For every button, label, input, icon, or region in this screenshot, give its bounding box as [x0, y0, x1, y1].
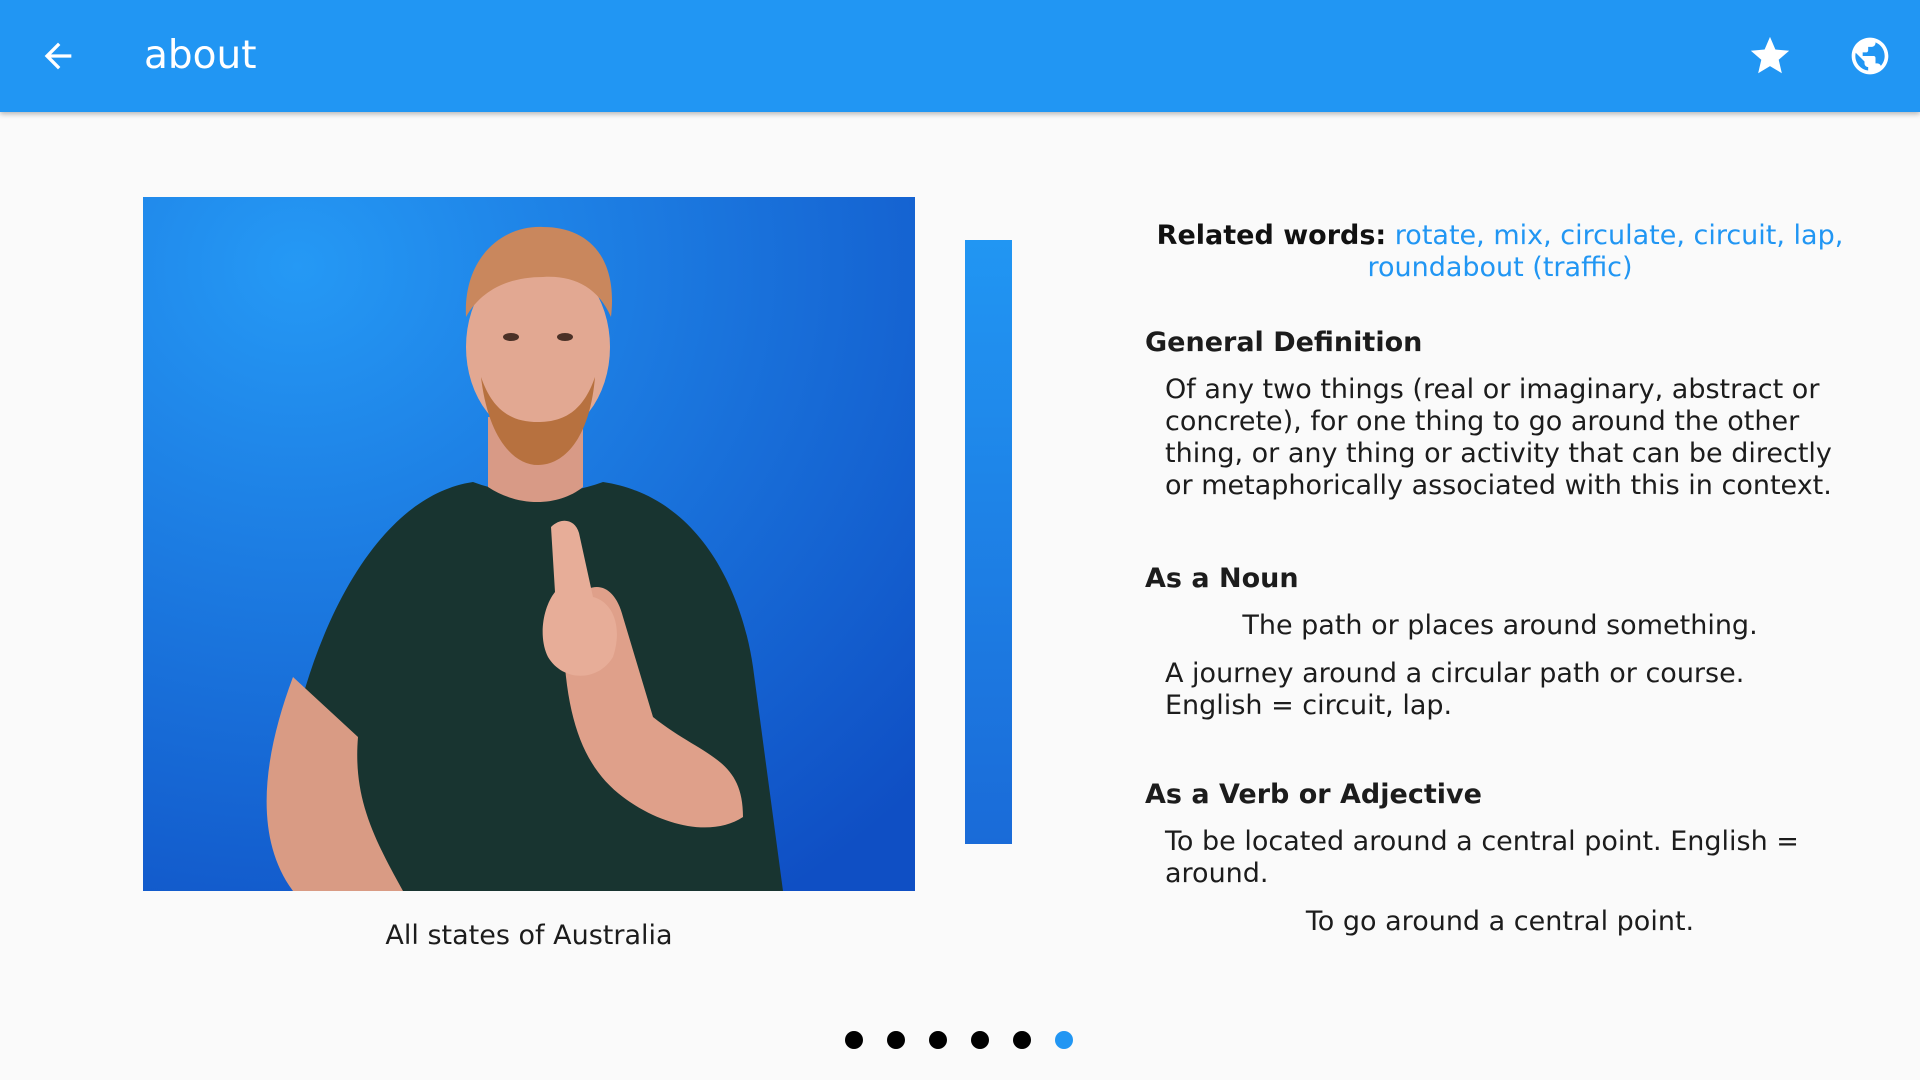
- page-dot-1[interactable]: [845, 1031, 863, 1049]
- definition-text: A journey around a circular path or cour…: [1165, 658, 1745, 721]
- page-indicator: [845, 1030, 1073, 1050]
- signer-illustration: [143, 197, 915, 891]
- related-words-links[interactable]: rotate, mix, circulate, circuit, lap, ro…: [1367, 220, 1843, 283]
- definition-panel[interactable]: Related words: rotate, mix, circulate, c…: [1120, 220, 1880, 940]
- related-words-label: Related words:: [1156, 220, 1387, 251]
- definition-text: To go around a central point.: [1305, 906, 1695, 937]
- section-title-noun: As a Noun: [1145, 563, 1299, 594]
- globe-icon: [1851, 37, 1889, 75]
- video-caption: All states of Australia: [385, 920, 673, 951]
- section-title-verb: As a Verb or Adjective: [1145, 779, 1482, 810]
- related-words: Related words: rotate, mix, circulate, c…: [1120, 220, 1880, 284]
- arrow-back-icon: [44, 42, 72, 70]
- favorite-button[interactable]: [1742, 28, 1798, 84]
- definition-text: The path or places around something.: [1242, 610, 1758, 641]
- section-title-general: General Definition: [1145, 327, 1423, 358]
- scroll-indicator[interactable]: [965, 240, 1012, 844]
- back-button[interactable]: [30, 28, 86, 84]
- definition-text: Of any two things (real or imaginary, ab…: [1165, 374, 1832, 501]
- app-bar: about: [0, 0, 1920, 112]
- page-dot-4[interactable]: [971, 1031, 989, 1049]
- language-button[interactable]: [1842, 28, 1898, 84]
- sign-video[interactable]: [143, 197, 915, 891]
- page-dot-2[interactable]: [887, 1031, 905, 1049]
- page-title: about: [144, 33, 257, 78]
- star-icon: [1750, 36, 1790, 74]
- definition-text: To be located around a central point. En…: [1165, 826, 1799, 889]
- page-dot-3[interactable]: [929, 1031, 947, 1049]
- page-dot-5[interactable]: [1013, 1031, 1031, 1049]
- page-dot-6[interactable]: [1055, 1031, 1073, 1049]
